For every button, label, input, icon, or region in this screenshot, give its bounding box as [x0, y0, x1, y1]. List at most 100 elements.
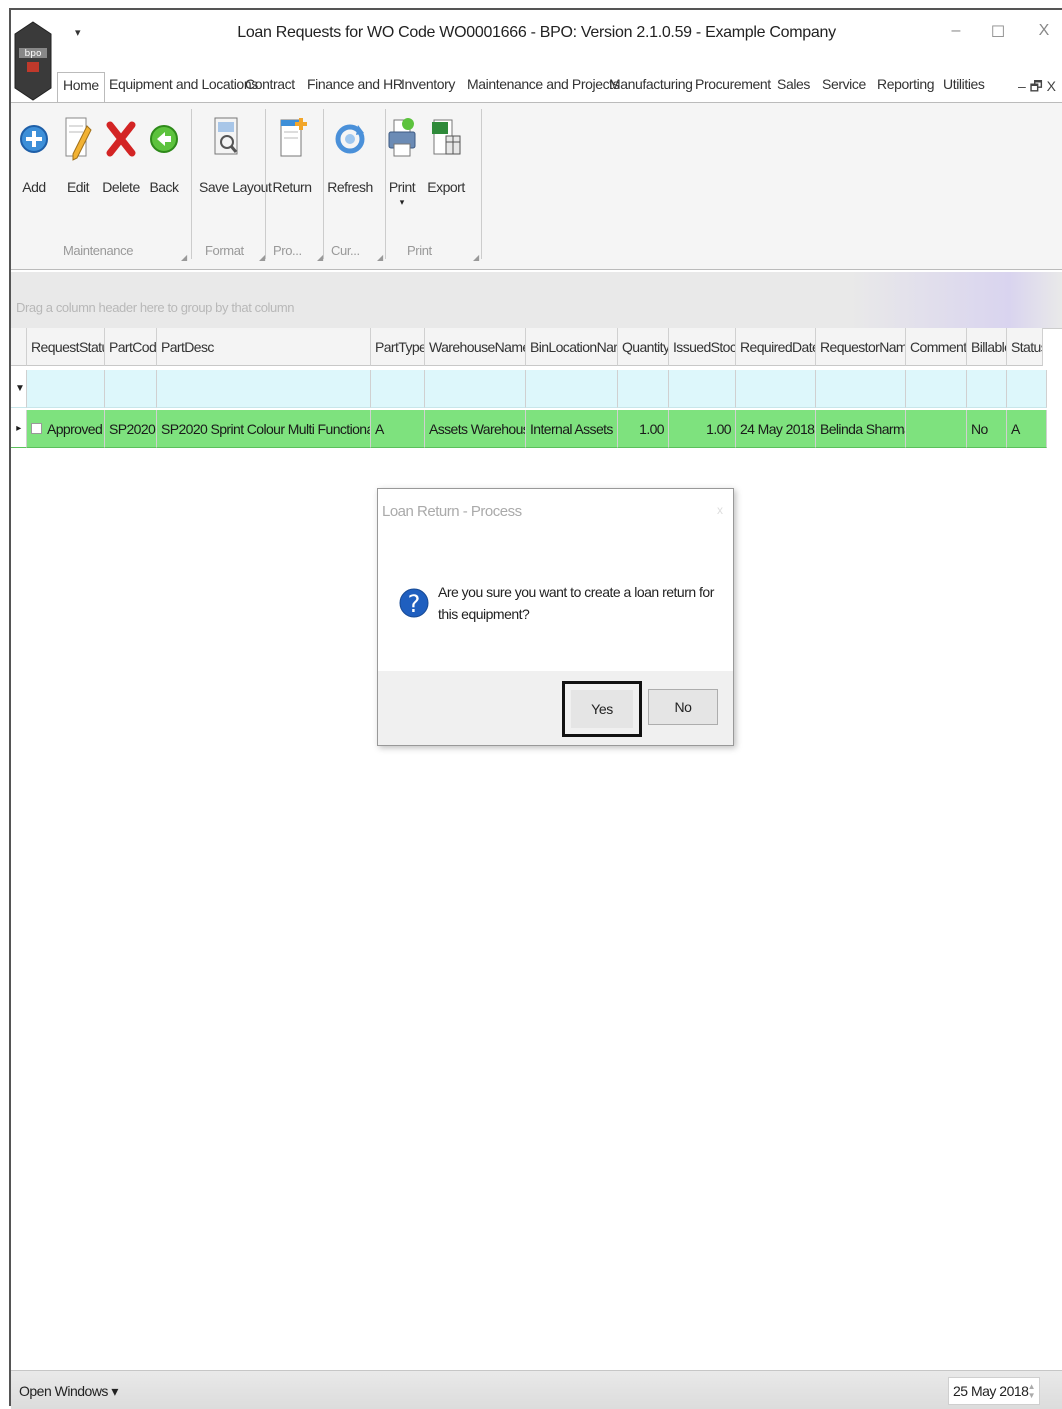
column-header-partcode[interactable]: PartCode	[105, 328, 157, 366]
window-title: Loan Requests for WO Code WO0001666 - BP…	[237, 24, 836, 41]
column-header-warehousename[interactable]: WarehouseName	[425, 328, 526, 366]
cell-partcode[interactable]: SP2020	[105, 410, 157, 448]
column-header-requestorname[interactable]: RequestorName	[816, 328, 906, 366]
group-dialog-launcher-icon[interactable]: ◢	[473, 253, 479, 262]
tab-equipment-and-locations[interactable]: Equipment and Locations	[109, 76, 258, 92]
column-header-billable[interactable]: Billable	[967, 328, 1007, 366]
tab-finance-and-hr[interactable]: Finance and HR	[307, 76, 403, 92]
cell-binlocationname[interactable]: Internal Assets	[526, 410, 618, 448]
export-button[interactable]: Export	[425, 111, 467, 195]
delete-button[interactable]: Delete	[100, 111, 142, 195]
printer-icon	[388, 118, 416, 157]
cell-requeststatus[interactable]: Approved	[27, 410, 105, 448]
cell-warehousename[interactable]: Assets Warehouse	[425, 410, 526, 448]
filter-cell[interactable]	[27, 370, 105, 408]
minimize-button[interactable]: –	[941, 22, 971, 40]
tab-maintenance-and-projects[interactable]: Maintenance and Projects	[467, 76, 620, 92]
filter-cell[interactable]	[105, 370, 157, 408]
group-label-print: Print	[407, 243, 432, 258]
column-header-issuedstock[interactable]: IssuedStock	[669, 328, 736, 366]
table-row[interactable]: ▸ Approved SP2020 SP2020 Sprint Colour M…	[11, 410, 1047, 448]
tab-manufacturing[interactable]: Manufacturing	[609, 76, 693, 92]
cell-status[interactable]: A	[1007, 410, 1047, 448]
question-icon: ?	[399, 588, 429, 618]
group-label-format: Format	[205, 243, 244, 258]
tab-inventory[interactable]: Inventory	[401, 76, 455, 92]
cell-billable[interactable]: No	[967, 410, 1007, 448]
row-indicator-header	[11, 328, 27, 366]
mdi-window-controls[interactable]: – 🗗 X	[1018, 76, 1056, 100]
tab-reporting[interactable]: Reporting	[877, 76, 935, 92]
filter-cell[interactable]	[906, 370, 967, 408]
print-button[interactable]: Print ▾	[381, 111, 423, 208]
no-button[interactable]: No	[648, 689, 718, 725]
status-date-field[interactable]: 25 May 2018 ▲ ▼	[948, 1377, 1040, 1405]
column-header-quantity[interactable]: Quantity	[618, 328, 669, 366]
tab-service[interactable]: Service	[822, 76, 866, 92]
cell-quantity[interactable]: 1.00	[618, 410, 669, 448]
column-header-parttype[interactable]: PartType	[371, 328, 425, 366]
add-button[interactable]: Add	[13, 111, 55, 195]
export-label: Export	[427, 179, 465, 195]
filter-cell[interactable]	[618, 370, 669, 408]
row-indicator[interactable]: ▸	[11, 410, 27, 448]
save-layout-button[interactable]: Save Layout	[199, 111, 272, 195]
maximize-button[interactable]: ☐	[983, 22, 1013, 42]
grid-filter-row: ▼	[11, 370, 1047, 408]
grid-header-row: RequestStatus PartCode PartDesc PartType…	[11, 328, 1051, 366]
column-header-partdesc[interactable]: PartDesc	[157, 328, 371, 366]
filter-cell[interactable]	[371, 370, 425, 408]
back-button[interactable]: Back	[143, 111, 185, 195]
row-checkbox[interactable]	[31, 423, 42, 434]
return-label: Return	[272, 179, 312, 195]
group-by-hint: Drag a column header here to group by th…	[16, 300, 295, 315]
cell-parttype[interactable]: A	[371, 410, 425, 448]
group-dialog-launcher-icon[interactable]: ◢	[377, 253, 383, 262]
add-label: Add	[22, 179, 46, 195]
return-button[interactable]: Return	[271, 111, 313, 195]
print-dropdown-arrow[interactable]: ▾	[381, 197, 423, 208]
group-label-current: Cur...	[331, 243, 360, 258]
edit-label: Edit	[66, 179, 90, 195]
status-date: 25 May 2018	[953, 1383, 1029, 1399]
cell-requireddate[interactable]: 24 May 2018	[736, 410, 816, 448]
filter-cell[interactable]	[425, 370, 526, 408]
tab-utilities[interactable]: Utilities	[943, 76, 985, 92]
column-header-status[interactable]: Status	[1007, 328, 1043, 366]
column-header-comments[interactable]: Comments	[906, 328, 967, 366]
filter-cell[interactable]	[526, 370, 618, 408]
tab-contract[interactable]: Contract	[245, 76, 295, 92]
cell-requestorname[interactable]: Belinda Sharman	[816, 410, 906, 448]
group-dialog-launcher-icon[interactable]: ◢	[259, 253, 265, 262]
cell-issuedstock[interactable]: 1.00	[669, 410, 736, 448]
close-button[interactable]: X	[1029, 22, 1059, 40]
refresh-button[interactable]: Refresh	[327, 111, 373, 195]
dialog-close-button[interactable]: x	[717, 503, 723, 517]
filter-cell[interactable]	[816, 370, 906, 408]
yes-button[interactable]: Yes	[562, 681, 642, 737]
column-header-binlocationname[interactable]: BinLocationName	[526, 328, 618, 366]
tab-procurement[interactable]: Procurement	[695, 76, 771, 92]
group-separator	[323, 109, 324, 259]
filter-cell[interactable]	[669, 370, 736, 408]
tab-sales[interactable]: Sales	[777, 76, 810, 92]
cell-comments[interactable]	[906, 410, 967, 448]
filter-cell[interactable]	[1007, 370, 1047, 408]
group-dialog-launcher-icon[interactable]: ◢	[317, 253, 323, 262]
edit-button[interactable]: Edit	[57, 111, 99, 195]
group-dialog-launcher-icon[interactable]: ◢	[181, 253, 187, 262]
date-spinner-icon[interactable]: ▲ ▼	[1028, 1382, 1036, 1400]
group-separator	[481, 109, 482, 259]
filter-cell[interactable]	[157, 370, 371, 408]
filter-cell[interactable]	[736, 370, 816, 408]
return-icon	[280, 118, 307, 157]
group-by-panel[interactable]: Drag a column header here to group by th…	[11, 272, 1062, 329]
refresh-icon	[335, 124, 365, 154]
column-header-requireddate[interactable]: RequiredDate	[736, 328, 816, 366]
loan-return-dialog: Loan Return - Process x ? Are you sure y…	[377, 488, 734, 746]
filter-cell[interactable]	[967, 370, 1007, 408]
column-header-requeststatus[interactable]: RequestStatus	[27, 328, 105, 366]
open-windows-menu[interactable]: Open Windows ▾	[19, 1383, 118, 1400]
cell-partdesc[interactable]: SP2020 Sprint Colour Multi Functional Co…	[157, 410, 371, 448]
filter-icon[interactable]: ▼	[11, 370, 27, 408]
